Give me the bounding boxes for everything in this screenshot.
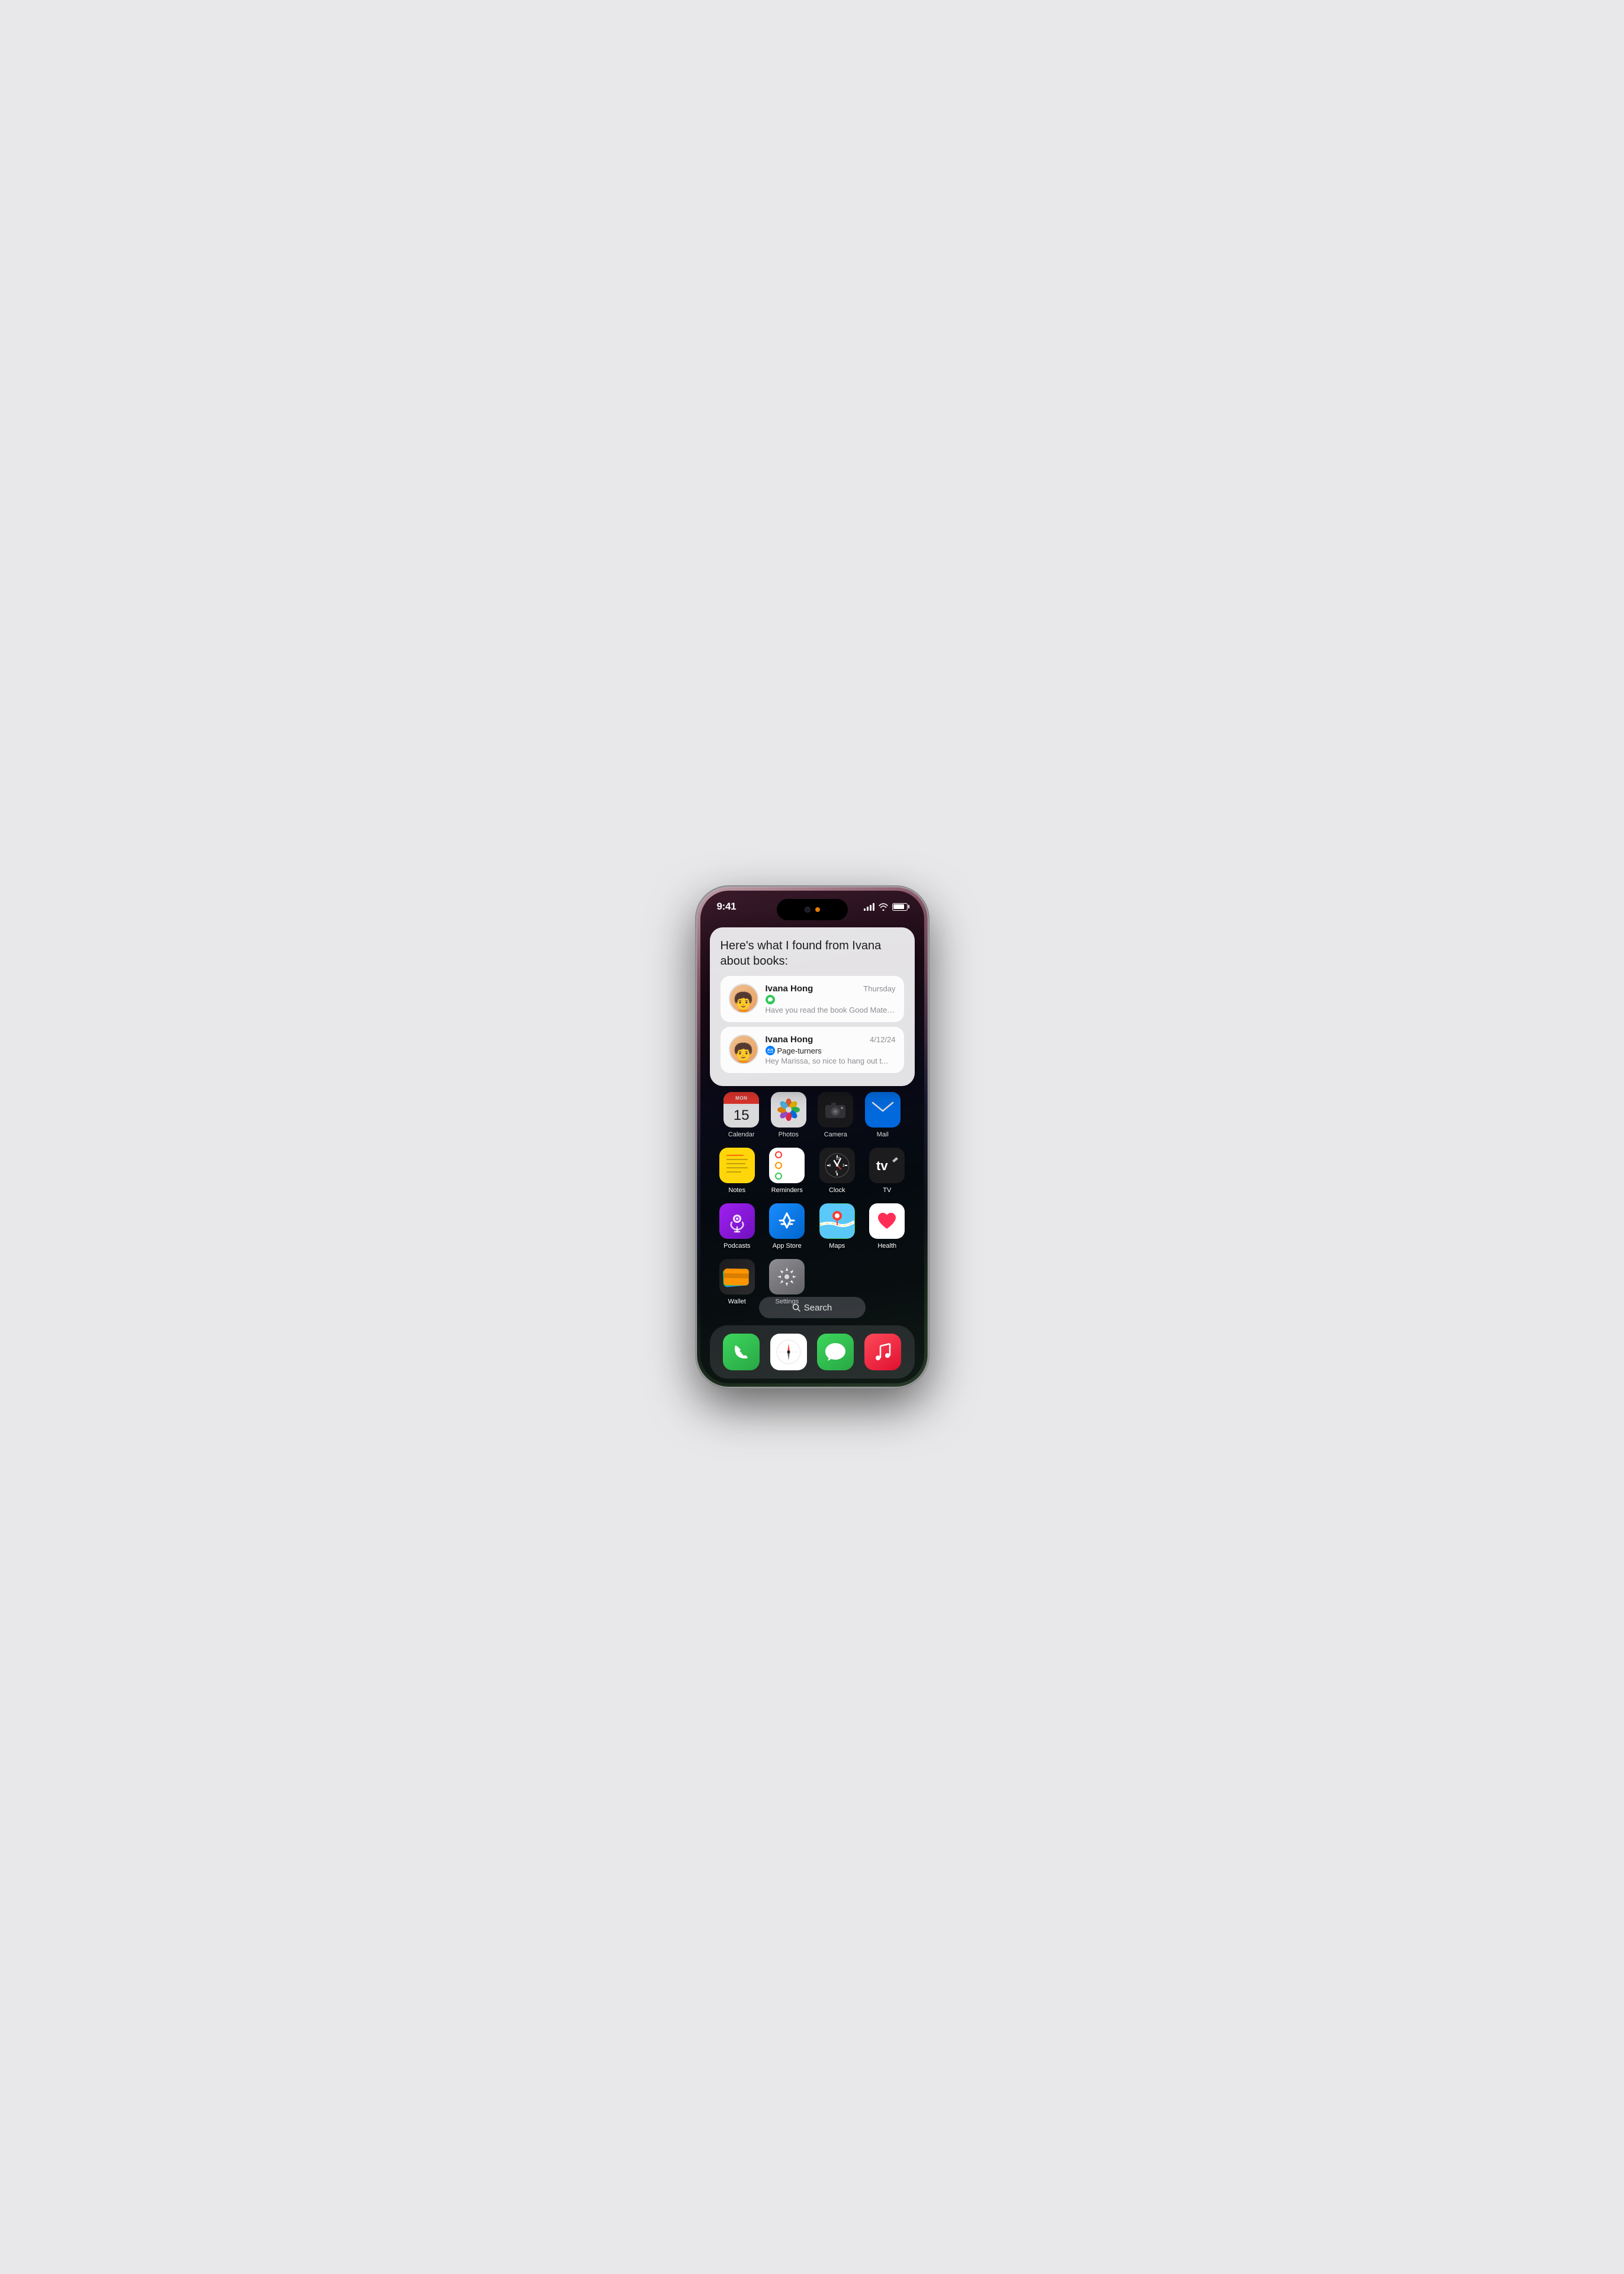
status-dot [815, 907, 820, 912]
search-icon [792, 1303, 800, 1312]
home-screen: MON 15 Calendar [700, 1092, 924, 1324]
app-health[interactable]: Health [869, 1203, 905, 1250]
result-preview-2: Hey Marissa, so nice to hang out t... [766, 1056, 896, 1065]
app-reminders[interactable]: Reminders [769, 1148, 805, 1194]
app-notes[interactable]: Notes [719, 1148, 755, 1194]
avatar-2: 🧑‍🦱 [729, 1035, 758, 1064]
app-label-photos: Photos [779, 1131, 799, 1138]
siri-result-1[interactable]: 🧑‍🦱 Ivana Hong Thursday Have [721, 976, 904, 1022]
app-label-maps: Maps [829, 1242, 845, 1250]
result-name-2: Ivana Hong [766, 1035, 813, 1045]
result-date-1: Thursday [863, 984, 895, 993]
app-photos[interactable]: Photos [771, 1092, 806, 1138]
result-sub-1 [766, 995, 896, 1004]
siri-header: Here's what I found from Ivana about boo… [721, 938, 904, 969]
app-label-camera: Camera [824, 1131, 847, 1138]
app-maps[interactable]: Maps [819, 1203, 855, 1250]
top-dock-row: MON 15 Calendar [712, 1092, 912, 1138]
app-label-reminders: Reminders [771, 1187, 803, 1194]
app-tv[interactable]: tv TV [869, 1148, 905, 1194]
app-clock[interactable]: 12 9 3 6 Clock [819, 1148, 855, 1194]
dock-app-music[interactable] [864, 1334, 901, 1370]
result-subject-2: Page-turners [777, 1046, 822, 1055]
app-wallet[interactable]: Wallet [719, 1259, 755, 1305]
battery-icon [892, 903, 908, 911]
status-time: 9:41 [717, 901, 737, 913]
signal-icon [864, 902, 874, 911]
app-label-appstore: App Store [773, 1242, 802, 1250]
siri-card[interactable]: Here's what I found from Ivana about boo… [710, 927, 915, 1086]
phone-screen: 9:41 [700, 891, 924, 1383]
app-label-health: Health [877, 1242, 896, 1250]
app-appstore[interactable]: App Store [769, 1203, 805, 1250]
svg-text:tv: tv [876, 1158, 888, 1173]
phone-device: 9:41 [697, 887, 928, 1387]
app-label-podcasts: Podcasts [723, 1242, 750, 1250]
front-camera [805, 907, 811, 913]
app-mail[interactable]: Mail [865, 1092, 901, 1138]
dock-app-safari[interactable] [770, 1334, 807, 1370]
app-label-notes: Notes [728, 1187, 745, 1194]
dock [710, 1325, 915, 1379]
result-header-1: Ivana Hong Thursday [766, 984, 896, 994]
result-sub-2: Page-turners [766, 1046, 896, 1055]
app-label-wallet: Wallet [728, 1298, 746, 1305]
dock-app-phone[interactable] [723, 1334, 760, 1370]
app-label-mail: Mail [877, 1131, 889, 1138]
app-label-calendar: Calendar [728, 1131, 755, 1138]
result-date-2: 4/12/24 [870, 1035, 895, 1044]
wifi-icon [879, 903, 888, 911]
dock-app-messages[interactable] [817, 1334, 854, 1370]
search-bar[interactable]: Search [759, 1297, 866, 1318]
result-preview-1: Have you read the book Good Material yet… [766, 1006, 896, 1014]
result-content-2: Ivana Hong 4/12/24 Page-turners Hey Mari… [766, 1035, 896, 1065]
messages-icon [766, 995, 775, 1004]
mail-icon [766, 1046, 775, 1055]
app-label-clock: Clock [829, 1187, 845, 1194]
app-row-2: Podcasts App Store [712, 1203, 912, 1250]
app-row-1: Notes [712, 1148, 912, 1194]
avatar-1: 🧑‍🦱 [729, 984, 758, 1013]
app-empty-2 [869, 1259, 905, 1305]
app-calendar[interactable]: MON 15 Calendar [723, 1092, 759, 1138]
app-podcasts[interactable]: Podcasts [719, 1203, 755, 1250]
dynamic-island [777, 899, 848, 920]
result-name-1: Ivana Hong [766, 984, 813, 994]
search-label: Search [804, 1303, 832, 1313]
app-camera[interactable]: Camera [818, 1092, 853, 1138]
result-content-1: Ivana Hong Thursday Have you read the bo… [766, 984, 896, 1014]
siri-result-2[interactable]: 🧑‍🦱 Ivana Hong 4/12/24 [721, 1027, 904, 1073]
result-header-2: Ivana Hong 4/12/24 [766, 1035, 896, 1045]
app-label-tv: TV [883, 1187, 891, 1194]
status-icons [864, 902, 908, 911]
